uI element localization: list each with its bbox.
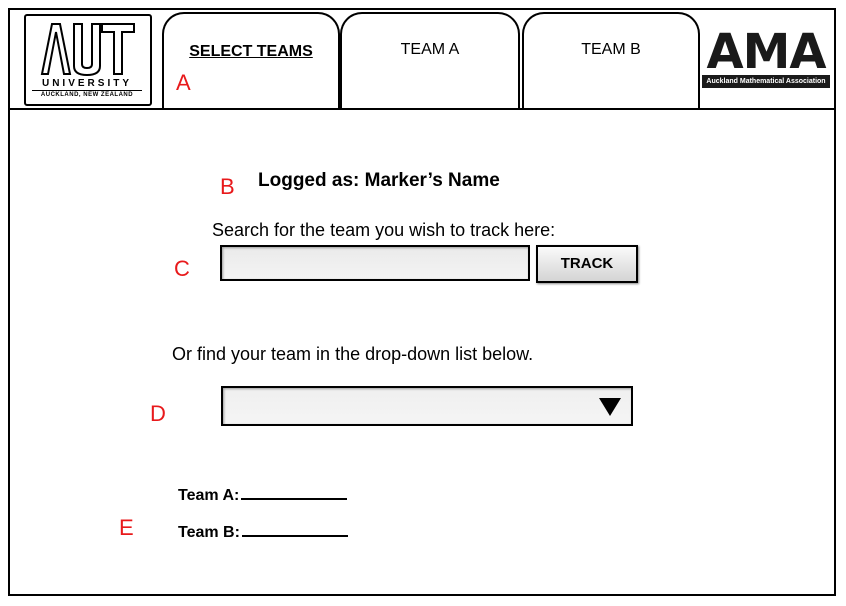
tab-team-b[interactable]: TEAM B xyxy=(522,12,700,108)
app-frame: UNIVERSITY AUCKLAND, NEW ZEALAND SELECT … xyxy=(8,8,836,596)
aut-divider xyxy=(32,90,142,91)
marker-d: D xyxy=(150,401,166,426)
ama-caption: Auckland Mathematical Association xyxy=(702,75,830,88)
aut-logo: UNIVERSITY AUCKLAND, NEW ZEALAND xyxy=(24,14,152,106)
tab-select-teams-label: SELECT TEAMS xyxy=(189,43,313,60)
team-a-label: Team A: xyxy=(178,487,240,504)
dropdown-arrow-icon[interactable] xyxy=(599,398,621,416)
header: UNIVERSITY AUCKLAND, NEW ZEALAND SELECT … xyxy=(10,10,834,110)
aut-letters-icon xyxy=(40,23,135,76)
logged-as-text: Logged as: Marker’s Name xyxy=(258,170,500,191)
track-button[interactable]: TRACK xyxy=(536,245,638,283)
marker-e: E xyxy=(119,515,134,540)
marker-b: B xyxy=(220,174,235,199)
ama-letters: AMA xyxy=(706,24,826,80)
team-b-blank xyxy=(241,521,348,537)
marker-a: A xyxy=(176,70,191,95)
aut-location-text: AUCKLAND, NEW ZEALAND xyxy=(40,92,134,98)
ama-logo: AMA Auckland Mathematical Association xyxy=(702,24,830,90)
search-prompt: Search for the team you wish to track he… xyxy=(212,220,556,240)
search-input[interactable] xyxy=(220,245,530,281)
tab-team-a-label: TEAM A xyxy=(400,41,460,58)
tab-team-a[interactable]: TEAM A xyxy=(340,12,520,108)
team-b-label: Team B: xyxy=(178,524,240,541)
aut-university-text: UNIVERSITY xyxy=(41,78,132,89)
team-dropdown[interactable] xyxy=(221,386,633,426)
marker-c: C xyxy=(174,256,190,281)
team-b-row: Team B: xyxy=(178,521,348,542)
team-a-row: Team A: xyxy=(178,484,348,505)
dropdown-prompt: Or find your team in the drop-down list … xyxy=(172,344,534,364)
tab-team-b-label: TEAM B xyxy=(581,41,641,58)
team-a-blank xyxy=(241,484,348,500)
